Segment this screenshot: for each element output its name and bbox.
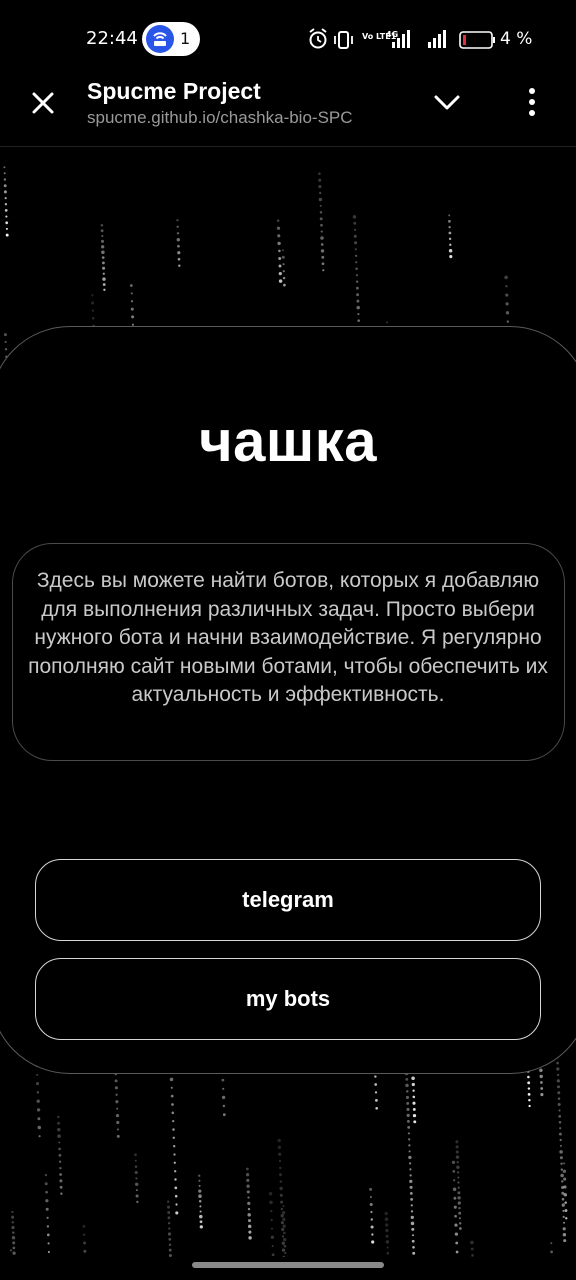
description-text: Здесь вы можете найти ботов, которых я д… — [28, 569, 548, 706]
hotspot-indicator[interactable]: 1 — [142, 22, 200, 56]
browser-header: Spucme Project spucme.github.io/chashka-… — [0, 76, 576, 147]
page-title-header: Spucme Project — [87, 78, 261, 104]
screen: 22:44 1 Vo LTE1 4G 4 % Spucme Project sp… — [0, 0, 576, 1280]
close-button[interactable] — [26, 86, 60, 120]
more-options-button[interactable] — [520, 84, 544, 120]
svg-text:4G: 4G — [386, 30, 398, 39]
close-icon — [32, 92, 54, 114]
hotspot-icon — [146, 25, 174, 53]
gesture-nav-handle[interactable] — [192, 1262, 384, 1268]
expand-button[interactable] — [430, 88, 464, 118]
chevron-down-icon — [434, 95, 460, 110]
hotspot-count: 1 — [180, 29, 191, 48]
alarm-icon — [309, 28, 327, 49]
status-bar: 22:44 1 Vo LTE1 4G 4 % — [0, 0, 576, 76]
battery-icon — [459, 31, 495, 49]
telegram-button[interactable]: telegram — [35, 859, 541, 941]
status-time: 22:44 — [86, 28, 138, 49]
my-bots-button[interactable]: my bots — [35, 958, 541, 1040]
signal-icon-2 — [428, 30, 446, 48]
vibrate-icon — [334, 31, 353, 49]
card-title: чашка — [198, 409, 378, 474]
url-text[interactable]: spucme.github.io/chashka-bio-SPC — [87, 108, 401, 128]
battery-percentage: 4 % — [500, 29, 533, 49]
more-vertical-icon — [529, 88, 535, 116]
status-icons: Vo LTE1 4G — [309, 28, 495, 49]
